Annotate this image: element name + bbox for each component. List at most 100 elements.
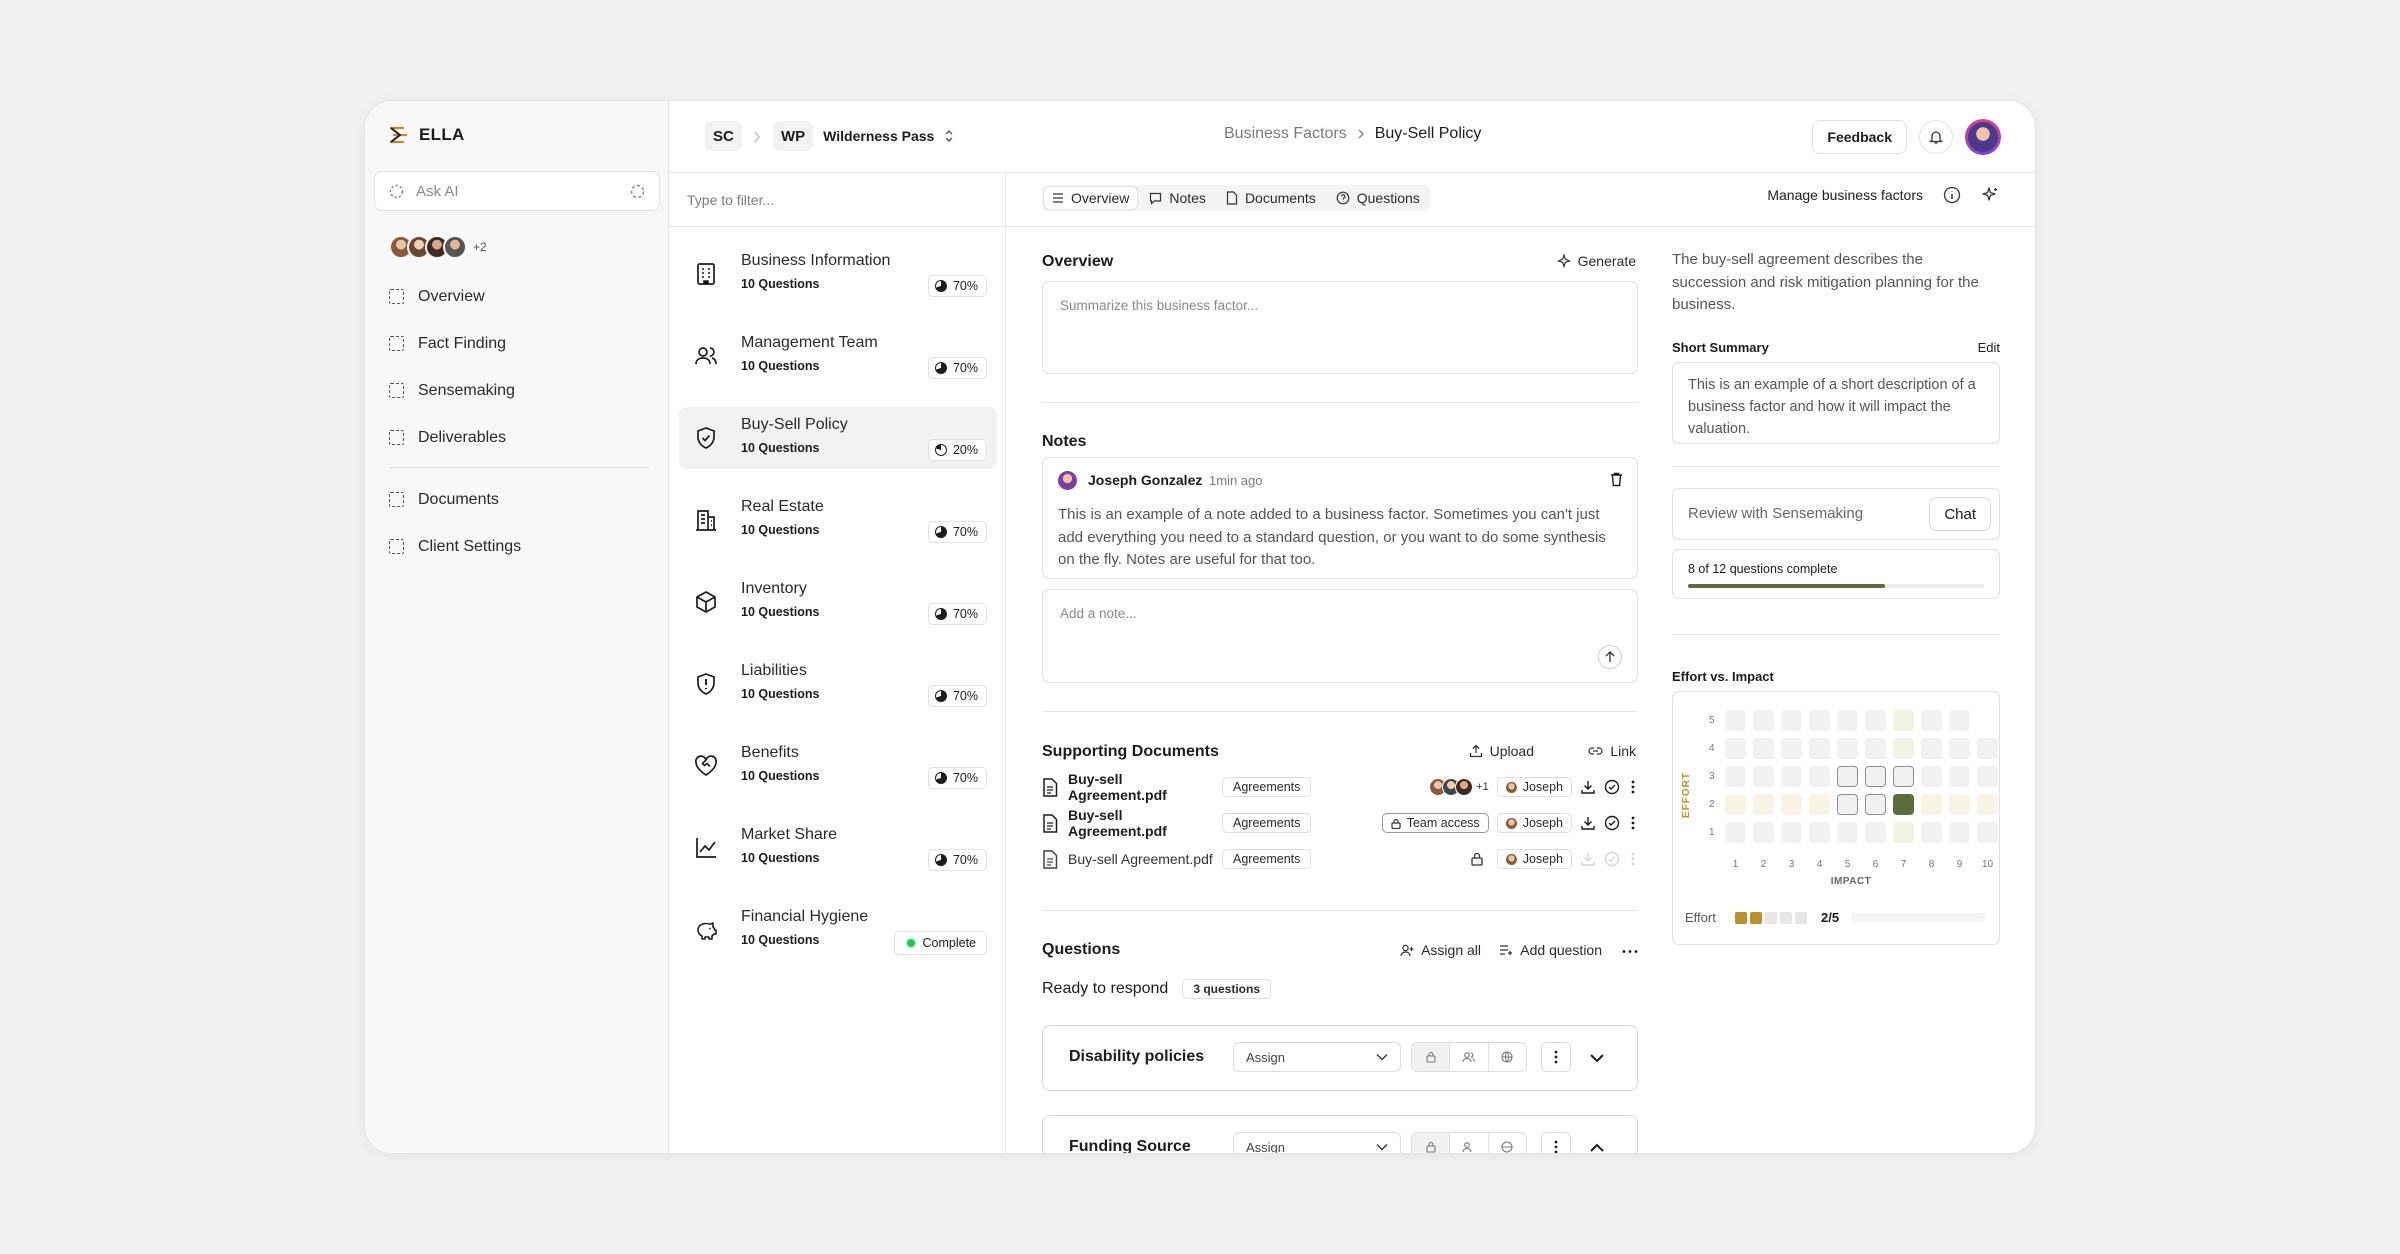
matrix-cell[interactable] bbox=[1837, 766, 1858, 787]
matrix-cell[interactable] bbox=[1781, 822, 1802, 843]
matrix-cell[interactable] bbox=[1949, 766, 1970, 787]
more-vertical-icon[interactable] bbox=[1628, 779, 1638, 795]
tab-documents[interactable]: Documents bbox=[1218, 187, 1324, 209]
check-circle-icon[interactable] bbox=[1604, 779, 1620, 795]
link-button[interactable]: Link bbox=[1588, 743, 1636, 759]
document-row[interactable]: Buy-sell Agreement.pdf Agreements Team a… bbox=[1042, 807, 1638, 839]
matrix-cell[interactable] bbox=[1725, 710, 1746, 731]
question-menu-button[interactable] bbox=[1541, 1042, 1571, 1072]
chat-button[interactable]: Chat bbox=[1929, 497, 1991, 531]
factor-item-market-share[interactable]: Market Share 10 Questions 70% bbox=[679, 817, 997, 879]
matrix-cell[interactable] bbox=[1781, 794, 1802, 815]
matrix-cell[interactable] bbox=[1865, 738, 1886, 759]
sidebar-item-overview[interactable]: Overview bbox=[389, 273, 649, 320]
feedback-button[interactable]: Feedback bbox=[1812, 120, 1907, 154]
factor-item-management-team[interactable]: Management Team 10 Questions 70% bbox=[679, 325, 997, 387]
matrix-cell[interactable] bbox=[1837, 738, 1858, 759]
matrix-cell[interactable] bbox=[1837, 710, 1858, 731]
sidebar-item-client-settings[interactable]: Client Settings bbox=[389, 523, 649, 570]
matrix-cell[interactable] bbox=[1725, 738, 1746, 759]
info-icon[interactable] bbox=[1943, 186, 1961, 204]
matrix-cell[interactable] bbox=[1753, 822, 1774, 843]
ask-ai-input[interactable]: Ask AI bbox=[374, 171, 660, 211]
matrix-cell[interactable] bbox=[1725, 766, 1746, 787]
matrix-cell[interactable] bbox=[1893, 794, 1914, 815]
matrix-cell[interactable] bbox=[1781, 738, 1802, 759]
segment-public[interactable] bbox=[1489, 1043, 1526, 1071]
add-question-button[interactable]: Add question bbox=[1499, 942, 1602, 958]
sidebar-item-documents[interactable]: Documents bbox=[389, 476, 649, 523]
assign-select[interactable]: Assign bbox=[1233, 1042, 1401, 1072]
matrix-cell[interactable] bbox=[1781, 710, 1802, 731]
matrix-cell[interactable] bbox=[1865, 794, 1886, 815]
matrix-cell[interactable] bbox=[1949, 822, 1970, 843]
segment-team[interactable] bbox=[1450, 1133, 1489, 1153]
document-row[interactable]: Buy-sell Agreement.pdf Agreements Joseph bbox=[1042, 844, 1638, 874]
question-card[interactable]: Disability policies Assign bbox=[1042, 1025, 1638, 1091]
sidebar-item-fact-finding[interactable]: Fact Finding bbox=[389, 320, 649, 367]
matrix-cell[interactable] bbox=[1809, 766, 1830, 787]
matrix-cell[interactable] bbox=[1977, 766, 1998, 787]
owner-chip[interactable]: Joseph bbox=[1496, 813, 1572, 833]
workspace-switcher[interactable]: WP Wilderness Pass bbox=[773, 121, 954, 151]
chevron-down-icon[interactable] bbox=[1587, 1048, 1607, 1068]
matrix-cell[interactable] bbox=[1893, 766, 1914, 787]
sidebar-item-deliverables[interactable]: Deliverables bbox=[389, 414, 649, 461]
breadcrumb-parent[interactable]: Business Factors bbox=[1224, 125, 1347, 143]
shared-avatars[interactable]: +1 bbox=[1429, 778, 1489, 796]
factor-item-business-information[interactable]: Business Information 10 Questions 70% bbox=[679, 243, 997, 305]
matrix-cell[interactable] bbox=[1977, 822, 1998, 843]
matrix-cell[interactable] bbox=[1921, 822, 1942, 843]
tab-notes[interactable]: Notes bbox=[1141, 187, 1214, 209]
sparkles-icon[interactable] bbox=[1981, 186, 1999, 204]
assign-all-button[interactable]: Assign all bbox=[1400, 942, 1481, 958]
matrix-cell[interactable] bbox=[1893, 710, 1914, 731]
matrix-cell[interactable] bbox=[1865, 766, 1886, 787]
upload-button[interactable]: Upload bbox=[1469, 743, 1534, 759]
factor-item-inventory[interactable]: Inventory 10 Questions 70% bbox=[679, 571, 997, 633]
matrix-cell[interactable] bbox=[1949, 738, 1970, 759]
matrix-cell[interactable] bbox=[1949, 794, 1970, 815]
matrix-cell[interactable] bbox=[1753, 794, 1774, 815]
matrix-cell[interactable] bbox=[1781, 766, 1802, 787]
generate-button[interactable]: Generate bbox=[1556, 253, 1636, 269]
more-vertical-icon[interactable] bbox=[1628, 815, 1638, 831]
segment-public[interactable] bbox=[1489, 1133, 1526, 1153]
matrix-cell[interactable] bbox=[1725, 794, 1746, 815]
chevron-up-icon[interactable] bbox=[1587, 1138, 1607, 1154]
owner-chip[interactable]: Joseph bbox=[1496, 849, 1572, 869]
matrix-cell[interactable] bbox=[1809, 794, 1830, 815]
collaborator-avatars[interactable]: +2 bbox=[389, 235, 487, 259]
submit-note-button[interactable] bbox=[1598, 645, 1622, 669]
matrix-cell[interactable] bbox=[1921, 766, 1942, 787]
document-tag[interactable]: Agreements bbox=[1222, 777, 1312, 797]
matrix-cell[interactable] bbox=[1865, 822, 1886, 843]
visibility-segmented-control[interactable] bbox=[1411, 1042, 1527, 1072]
matrix-cell[interactable] bbox=[1809, 738, 1830, 759]
question-card[interactable]: Funding Source Assign bbox=[1042, 1115, 1638, 1154]
matrix-cell[interactable] bbox=[1725, 822, 1746, 843]
matrix-cell[interactable] bbox=[1837, 822, 1858, 843]
tab-overview[interactable]: Overview bbox=[1044, 187, 1138, 209]
sidebar-item-sensemaking[interactable]: Sensemaking bbox=[389, 367, 649, 414]
matrix-cell[interactable] bbox=[1977, 794, 1998, 815]
notifications-button[interactable] bbox=[1919, 120, 1953, 154]
segment-team[interactable] bbox=[1450, 1043, 1489, 1071]
matrix-cell[interactable] bbox=[1921, 794, 1942, 815]
document-tag[interactable]: Agreements bbox=[1222, 813, 1312, 833]
segment-private[interactable] bbox=[1412, 1043, 1451, 1071]
edit-summary-button[interactable]: Edit bbox=[1978, 340, 2000, 355]
overview-summary-input[interactable]: Summarize this business factor... bbox=[1042, 281, 1638, 374]
owner-chip[interactable]: Joseph bbox=[1496, 777, 1572, 797]
matrix-cell[interactable] bbox=[1921, 710, 1942, 731]
trash-icon[interactable] bbox=[1610, 472, 1623, 487]
check-circle-icon[interactable] bbox=[1604, 815, 1620, 831]
matrix-cell[interactable] bbox=[1753, 738, 1774, 759]
matrix-cell[interactable] bbox=[1753, 710, 1774, 731]
factor-item-liabilities[interactable]: Liabilities 10 Questions 70% bbox=[679, 653, 997, 715]
user-avatar[interactable] bbox=[1965, 119, 2001, 155]
app-logo[interactable]: ELLA bbox=[389, 125, 465, 145]
matrix-cell[interactable] bbox=[1893, 822, 1914, 843]
add-note-input[interactable]: Add a note... bbox=[1042, 589, 1638, 683]
segment-private[interactable] bbox=[1412, 1133, 1451, 1153]
